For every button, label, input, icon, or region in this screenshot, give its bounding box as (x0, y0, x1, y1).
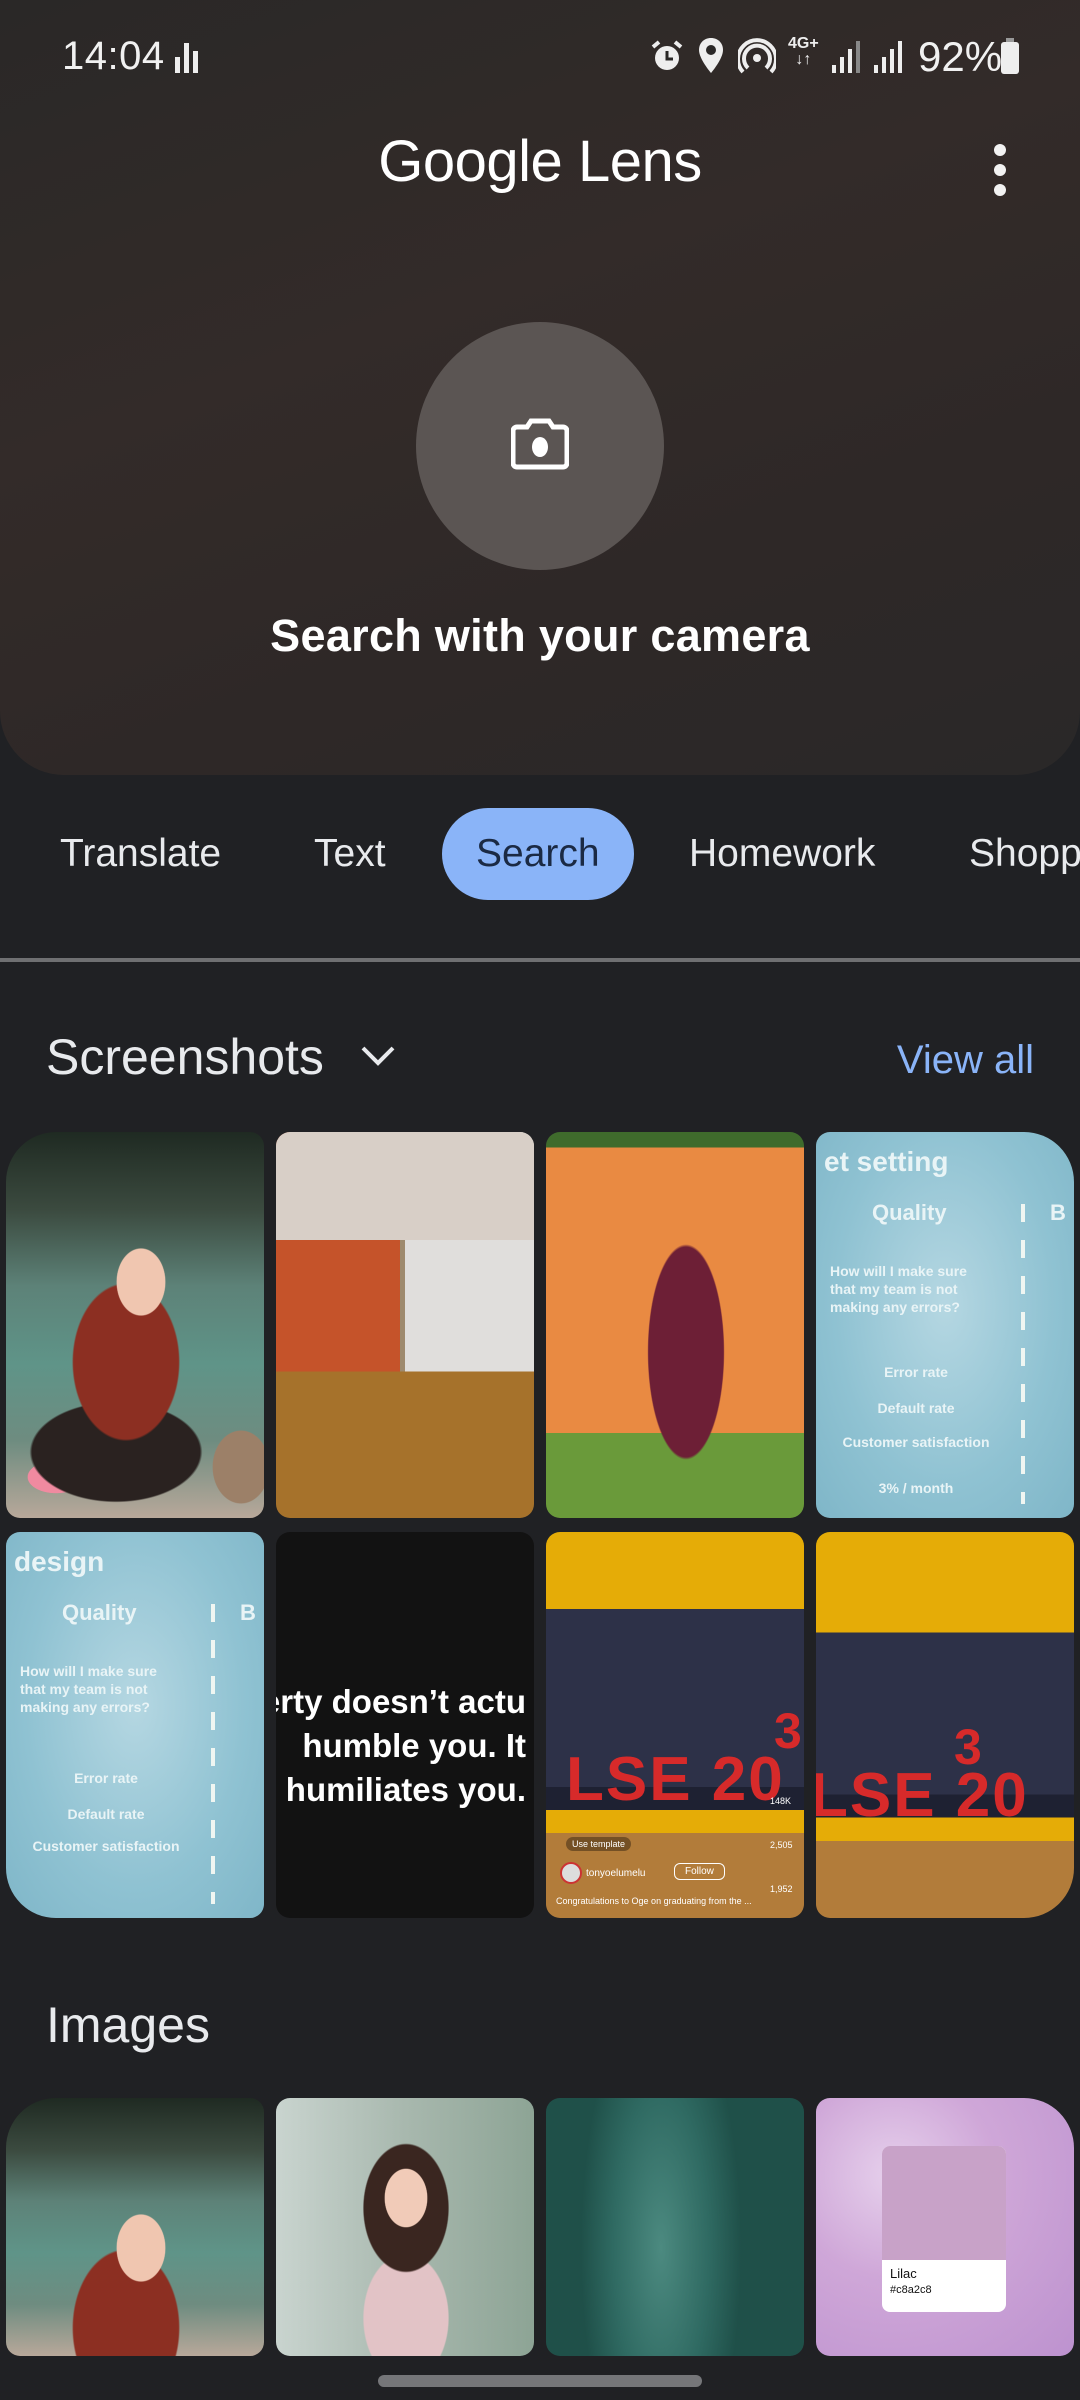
slide-metric: 3% / month (878, 1480, 954, 1496)
ig-follow-label: Follow (674, 1863, 725, 1880)
status-bar: 14:04 4G+ ↓↑ 92% (0, 0, 1080, 115)
slide-metric: Error rate (884, 1364, 948, 1380)
gesture-nav-handle[interactable] (378, 2375, 702, 2387)
signal-icon (832, 36, 864, 76)
image-thumb-teal-fabric[interactable] (546, 2098, 804, 2356)
lse-digit: 3 (954, 1719, 982, 1775)
screenshot-thumb-lse-reel[interactable]: LSE 20 3 Use template tonyoelumelu Follo… (546, 1532, 804, 1918)
battery-icon (1000, 36, 1020, 76)
slide-col-b: B (1050, 1200, 1066, 1225)
ig-shares: 1,952 (770, 1884, 793, 1894)
slide-heading: et setting (824, 1146, 949, 1177)
screenshots-title[interactable]: Screenshots (46, 1028, 324, 1086)
screenshot-thumb-quote[interactable]: erty doesn’t actu humble you. It humilia… (276, 1532, 534, 1918)
network-type: 4G+ (788, 35, 819, 52)
more-options-button[interactable] (980, 140, 1020, 200)
screenshot-thumb-lse-family[interactable]: LSE 20 3 (816, 1532, 1074, 1918)
view-all-link[interactable]: View all (897, 1038, 1034, 1083)
use-template-label: Use template (566, 1837, 632, 1851)
slide-metric: Default rate (877, 1400, 955, 1416)
status-time: 14:04 (62, 34, 165, 78)
screenshot-thumb-suit-man[interactable] (546, 1132, 804, 1518)
ig-comments: 2,505 (770, 1840, 793, 1850)
screenshot-thumb-goal-slide[interactable]: et setting Quality B How will I make sur… (816, 1132, 1074, 1518)
more-vert-dot (994, 184, 1006, 196)
image-thumb-lilac-swatch[interactable]: Lilac #c8a2c8 (816, 2098, 1074, 2356)
color-hex: #c8a2c8 (890, 2284, 932, 2296)
slide-question: How will I make sure that my team is not… (20, 1663, 157, 1715)
app-title: Google Lens (0, 128, 1080, 195)
quote-line: humiliates you. (285, 1771, 526, 1808)
color-swatch (882, 2146, 1006, 2260)
title-google: Google (378, 129, 563, 194)
camera-label: Search with your camera (270, 610, 810, 661)
screenshot-thumb-design-slide[interactable]: design Quality B How will I make sure th… (6, 1532, 264, 1918)
tab-translate[interactable]: Translate (26, 808, 255, 900)
slide-divider (1021, 1204, 1025, 1504)
color-card: Lilac #c8a2c8 (882, 2146, 1006, 2312)
hotspot-icon (738, 36, 776, 76)
more-vert-dot (994, 164, 1006, 176)
avatar (560, 1862, 582, 1884)
slide-metric: Default rate (67, 1806, 145, 1822)
color-name: Lilac (890, 2266, 917, 2281)
signal-icon (874, 36, 906, 76)
chevron-down-icon[interactable] (360, 1045, 396, 1072)
quote-line: humble you. It (302, 1727, 526, 1764)
lse-letters: LSE 20 (566, 1745, 785, 1814)
slide-col-a: Quality (872, 1200, 947, 1225)
battery-percent: 92% (918, 33, 1003, 80)
mode-tabs: Translate Text Search Homework Shopping (0, 808, 1080, 900)
screenshot-thumb-lotus-woman[interactable] (6, 1132, 264, 1518)
activity-bars-icon (175, 36, 201, 76)
slide-col-a: Quality (62, 1600, 137, 1625)
ig-caption: Congratulations to Oge on graduating fro… (556, 1896, 752, 1906)
tab-homework[interactable]: Homework (655, 808, 909, 900)
image-thumb-pink-dress-woman[interactable] (276, 2098, 534, 2356)
slide-question: How will I make sure that my team is not… (830, 1263, 967, 1315)
tabs-divider (0, 958, 1080, 962)
slide-metric: Customer satisfaction (842, 1434, 990, 1450)
slide-divider (211, 1604, 215, 1904)
image-thumb-lotus-woman[interactable] (6, 2098, 264, 2356)
images-title: Images (46, 1997, 210, 2053)
tab-search[interactable]: Search (442, 808, 634, 900)
lse-letters: LSE 20 (816, 1761, 1029, 1830)
slide-metric: Customer satisfaction (32, 1838, 180, 1854)
alarm-icon (650, 36, 684, 76)
camera-icon (510, 417, 570, 476)
lse-digit: 3 (774, 1703, 802, 1759)
arrows-glyph: ↓↑ (795, 51, 812, 68)
slide-metric: Error rate (74, 1770, 138, 1786)
title-lens: Lens (577, 129, 702, 194)
ig-username: tonyoelumelu (586, 1868, 646, 1879)
location-icon (698, 36, 724, 76)
tab-shopping[interactable]: Shopping (935, 808, 1080, 900)
screenshot-thumb-studio[interactable] (276, 1132, 534, 1518)
camera-panel: 14:04 4G+ ↓↑ 92% Google Lens Search with… (0, 0, 1080, 775)
camera-button[interactable] (416, 322, 664, 570)
data-arrows-icon: 4G+ ↓↑ (788, 36, 819, 76)
more-vert-icon (994, 144, 1006, 156)
slide-heading: design (14, 1546, 105, 1577)
slide-col-b: B (240, 1600, 256, 1625)
quote-line: erty doesn’t actu (276, 1683, 526, 1720)
ig-likes: 148K (770, 1796, 792, 1806)
tab-text[interactable]: Text (280, 808, 420, 900)
